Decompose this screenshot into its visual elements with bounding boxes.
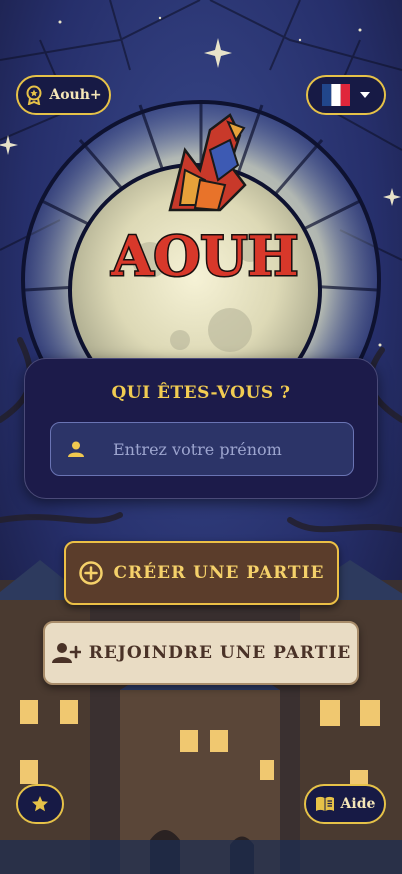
aouh-logo: AOUH xyxy=(109,113,300,290)
logo-wordmark: AOUH xyxy=(110,224,298,288)
french-flag-icon xyxy=(322,84,350,106)
caret-down-icon xyxy=(360,92,370,98)
name-input[interactable] xyxy=(51,423,353,475)
plus-circle-icon xyxy=(78,561,103,585)
premium-button[interactable]: Aouh+ xyxy=(16,75,111,115)
premium-label: Aouh+ xyxy=(49,87,102,103)
language-selector[interactable] xyxy=(306,75,386,115)
add-user-icon xyxy=(51,643,81,663)
join-game-label: REJOINDRE UNE PARTIE xyxy=(88,643,352,663)
help-button[interactable]: Aide xyxy=(304,784,386,824)
create-game-button[interactable]: CRÉER UNE PARTIE xyxy=(64,541,339,605)
join-game-button[interactable]: REJOINDRE UNE PARTIE xyxy=(43,621,359,685)
create-game-label: CRÉER UNE PARTIE xyxy=(113,563,325,583)
star-icon xyxy=(32,796,48,812)
identity-title: QUI ÊTES-VOUS ? xyxy=(111,383,291,403)
name-field xyxy=(50,422,354,476)
book-icon xyxy=(315,796,334,811)
award-icon xyxy=(26,85,42,105)
help-label: Aide xyxy=(340,796,376,812)
wolf-emblem-icon xyxy=(168,113,247,212)
favorites-button[interactable] xyxy=(16,784,64,824)
identity-card: QUI ÊTES-VOUS ? xyxy=(24,358,378,499)
user-icon xyxy=(68,441,84,457)
